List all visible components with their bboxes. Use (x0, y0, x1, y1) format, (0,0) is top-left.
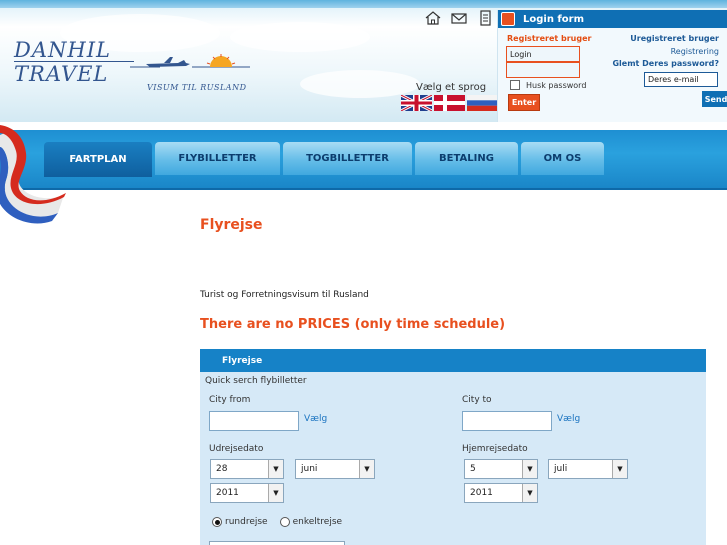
site-tagline: VISUM TIL RUSLAND (147, 83, 247, 92)
departure-day-value: 28 (216, 464, 228, 474)
search-panel-title: Flyrejse (200, 349, 706, 372)
login-form-header: Login form (498, 10, 727, 28)
one-way-radio[interactable] (279, 517, 290, 527)
register-link[interactable]: Registrering (671, 47, 719, 56)
header-top-bar (0, 0, 727, 8)
main-nav: FARTPLAN FLYBILLETTER TOGBILLETTER BETAL… (0, 130, 727, 190)
chevron-down-icon: ▼ (522, 484, 537, 502)
tab-om-os[interactable]: OM OS (521, 142, 604, 175)
nav-bottom-line (0, 188, 727, 190)
prices-notice: There are no PRICES (only time schedule) (200, 317, 506, 332)
document-icon[interactable] (476, 10, 494, 26)
round-trip-radio[interactable] (212, 517, 222, 527)
city-from-label: City from (209, 395, 251, 405)
chevron-down-icon: ▼ (268, 460, 283, 478)
site-header: DANHIL TRAVEL VISUM TIL RUSLAND Vælg et … (0, 0, 727, 122)
city-to-label: City to (462, 395, 492, 405)
remember-label: Husk password (526, 80, 587, 90)
unregistered-user-title: Uregistreret bruger (630, 34, 719, 43)
logo-rule (14, 61, 134, 62)
header-icon-bar (424, 10, 494, 26)
denmark-flag-icon[interactable] (434, 95, 465, 111)
login-form-title: Login form (523, 13, 585, 25)
tab-togbilletter[interactable]: TOGBILLETTER (283, 142, 412, 175)
one-way-option[interactable]: enkeltrejse (279, 517, 342, 527)
site-logo[interactable]: DANHIL TRAVEL (14, 38, 134, 86)
remember-checkbox[interactable] (510, 80, 520, 90)
login-form: Login form Registreret bruger Husk passw… (497, 10, 727, 122)
password-input[interactable] (506, 62, 580, 78)
departure-month-value: juni (301, 464, 318, 474)
one-way-label[interactable]: enkeltrejse (293, 517, 342, 527)
intro-text: Turist og Forretningsvisum til Rusland (200, 290, 369, 300)
return-year-value: 2011 (470, 488, 493, 498)
cloud-decoration (300, 70, 420, 98)
trip-type-group: rundrejse enkeltrejse (212, 517, 342, 527)
departure-day-select[interactable]: 28 ▼ (210, 459, 284, 479)
search-button-partial[interactable] (209, 541, 345, 545)
login-input[interactable] (506, 46, 580, 62)
email-input[interactable] (644, 72, 718, 87)
cloud-decoration (230, 22, 370, 52)
language-flags (401, 95, 498, 111)
city-to-input[interactable] (462, 411, 552, 431)
plane-sun-icon (130, 54, 250, 68)
return-date-label: Hjemrejsedato (462, 444, 528, 454)
language-label: Vælg et sprog (416, 82, 487, 93)
uk-flag-icon[interactable] (401, 95, 432, 111)
forgot-password-link[interactable]: Glemt Deres password? (612, 59, 719, 68)
departure-month-select[interactable]: juni ▼ (295, 459, 375, 479)
return-day-select[interactable]: 5 ▼ (464, 459, 538, 479)
return-month-value: juli (554, 464, 568, 474)
return-month-select[interactable]: juli ▼ (548, 459, 628, 479)
departure-year-select[interactable]: 2011 ▼ (210, 483, 284, 503)
chevron-down-icon: ▼ (268, 484, 283, 502)
logo-line-1: DANHIL (14, 38, 111, 62)
enter-button[interactable]: Enter (508, 94, 540, 111)
departure-year-value: 2011 (216, 488, 239, 498)
city-to-choose-link[interactable]: Vælg (557, 414, 580, 424)
return-day-value: 5 (470, 464, 476, 474)
round-trip-label[interactable]: rundrejse (225, 517, 268, 527)
city-from-choose-link[interactable]: Vælg (304, 414, 327, 424)
tab-flybilletter[interactable]: FLYBILLETTER (155, 142, 280, 175)
flight-search-panel: Flyrejse Quick serch flybilletter City f… (200, 349, 706, 545)
departure-date-label: Udrejsedato (209, 444, 264, 454)
chevron-down-icon: ▼ (359, 460, 374, 478)
russian-flag-ribbon-decoration (0, 125, 66, 224)
tab-betaling[interactable]: BETALING (415, 142, 518, 175)
logo-line-2: TRAVEL (14, 62, 109, 86)
mail-icon[interactable] (450, 10, 468, 26)
chevron-down-icon: ▼ (522, 460, 537, 478)
login-form-icon (501, 12, 515, 26)
registered-user-title: Registreret bruger (507, 34, 592, 43)
send-button[interactable]: Send (702, 91, 727, 107)
page-title: Flyrejse (200, 217, 263, 233)
city-from-input[interactable] (209, 411, 299, 431)
remember-password[interactable]: Husk password (510, 80, 586, 90)
page: DANHIL TRAVEL VISUM TIL RUSLAND Vælg et … (0, 0, 727, 545)
chevron-down-icon: ▼ (612, 460, 627, 478)
russia-flag-icon[interactable] (467, 95, 498, 111)
return-year-select[interactable]: 2011 ▼ (464, 483, 538, 503)
quick-search-label: Quick serch flybilletter (205, 376, 307, 386)
home-icon[interactable] (424, 10, 442, 26)
